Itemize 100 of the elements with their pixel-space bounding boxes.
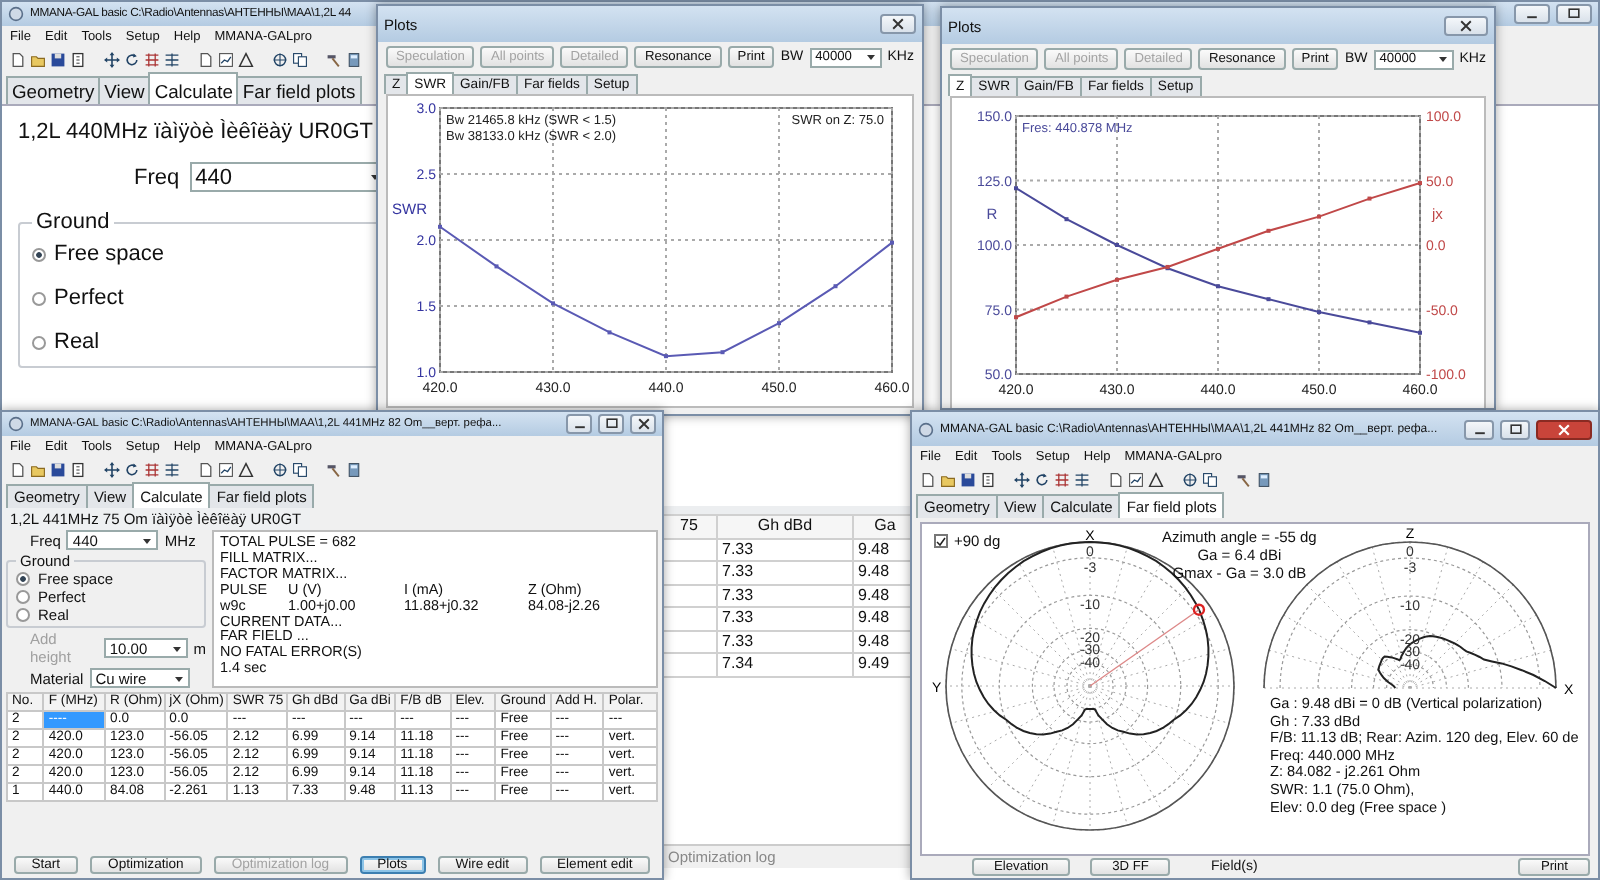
maximize-icon [1566, 6, 1582, 22]
cross-arrows-icon[interactable] [104, 52, 120, 68]
data-point [833, 284, 838, 289]
close-button[interactable] [880, 14, 916, 34]
target-icon[interactable] [1182, 472, 1198, 488]
checkbox-icon[interactable] [934, 534, 948, 548]
tab[interactable]: Calculate [148, 72, 239, 104]
radio-icon[interactable] [16, 572, 30, 586]
cross-arrows-icon[interactable] [1014, 472, 1030, 488]
list-page-icon[interactable] [70, 52, 86, 68]
hammer-icon[interactable] [1236, 472, 1252, 488]
table-cell: 7.33 [717, 584, 853, 607]
data-point [1064, 217, 1069, 222]
caret-icon [142, 535, 153, 545]
lines-icon[interactable] [164, 462, 180, 478]
page-icon[interactable] [920, 472, 936, 488]
table-cell: 7.33 [717, 607, 853, 630]
radio-icon[interactable] [16, 590, 30, 604]
folder-icon[interactable] [940, 472, 956, 488]
check-icon [936, 535, 946, 547]
antenna-name: 1,2L 440MHz ïàìÿòè Ìèêîëàÿ UR0GT [18, 120, 374, 144]
chart-icon[interactable] [218, 462, 234, 478]
radio-option[interactable]: Real [32, 330, 100, 354]
copy-icon[interactable] [1202, 472, 1218, 488]
copy-icon[interactable] [292, 462, 308, 478]
calculator-icon[interactable] [346, 462, 362, 478]
table-cell: 7.33 [717, 538, 853, 561]
minimize-button[interactable] [1464, 419, 1494, 439]
radio-icon[interactable] [32, 291, 46, 305]
data-point [607, 330, 612, 335]
grid-icon[interactable] [144, 462, 160, 478]
maximize-icon [603, 416, 619, 432]
grid-icon[interactable] [144, 52, 160, 68]
rotate-icon[interactable] [1034, 472, 1050, 488]
folder-icon[interactable] [30, 52, 46, 68]
triangle-icon[interactable] [238, 52, 254, 68]
close-icon [1556, 421, 1572, 437]
rotate-icon[interactable] [124, 52, 140, 68]
calculator-icon[interactable] [346, 52, 362, 68]
app-icon [8, 416, 24, 432]
app-icon [918, 421, 934, 437]
copy-icon[interactable] [292, 52, 308, 68]
tab[interactable]: Far field plots [236, 76, 362, 104]
maximize-icon [1507, 421, 1523, 437]
chart-icon[interactable] [218, 52, 234, 68]
minimize-button[interactable] [1514, 4, 1550, 24]
folder-icon[interactable] [30, 462, 46, 478]
chart-icon[interactable] [1128, 472, 1144, 488]
list-page-icon[interactable] [980, 472, 996, 488]
hammer-icon[interactable] [326, 462, 342, 478]
close-icon [635, 416, 651, 432]
data-point [1367, 196, 1372, 201]
lines-icon[interactable] [1074, 472, 1090, 488]
triangle-icon[interactable] [238, 462, 254, 478]
data-point [1266, 228, 1271, 233]
close-button[interactable] [1444, 16, 1488, 36]
data-point [720, 350, 725, 355]
radio-icon[interactable] [32, 335, 46, 349]
close-icon [890, 16, 906, 32]
radio-option[interactable]: Free space [32, 242, 165, 266]
maximize-button[interactable] [1556, 4, 1592, 24]
data-point [1266, 297, 1271, 302]
data-point [1165, 264, 1170, 269]
page-icon[interactable] [10, 52, 26, 68]
list-page-icon[interactable] [70, 462, 86, 478]
field-label: Freq [134, 165, 180, 189]
target-icon[interactable] [272, 52, 288, 68]
page-icon[interactable] [1108, 472, 1124, 488]
caret-icon [173, 673, 184, 683]
radio-option[interactable]: Perfect [32, 286, 124, 310]
grid-icon[interactable] [1054, 472, 1070, 488]
maximize-button[interactable] [598, 414, 624, 434]
app-icon [8, 6, 24, 22]
maximize-button[interactable] [1500, 419, 1530, 439]
column-header[interactable]: Gh dBd [717, 515, 853, 538]
tab[interactable]: Geometry [6, 76, 101, 104]
column-header[interactable]: 75 [661, 515, 717, 538]
table-cell: 7.34 [717, 653, 853, 676]
calculator-icon[interactable] [1256, 472, 1272, 488]
page-icon[interactable] [198, 462, 214, 478]
target-icon[interactable] [272, 462, 288, 478]
tab[interactable]: View [98, 76, 151, 104]
radio-icon[interactable] [32, 247, 46, 261]
minimize-button[interactable] [566, 414, 592, 434]
data-point [1367, 320, 1372, 325]
caret-icon [865, 52, 876, 62]
cross-arrows-icon[interactable] [104, 462, 120, 478]
radio-icon[interactable] [16, 608, 30, 622]
hammer-icon[interactable] [326, 52, 342, 68]
close-icon [1458, 18, 1474, 34]
table-cell: 7.33 [717, 630, 853, 653]
triangle-icon[interactable] [1148, 472, 1164, 488]
lines-icon[interactable] [164, 52, 180, 68]
close-button[interactable] [1536, 419, 1592, 439]
group-label: Ground [34, 210, 112, 234]
rotate-icon[interactable] [124, 462, 140, 478]
page-icon[interactable] [10, 462, 26, 478]
data-point [494, 264, 499, 269]
page-icon[interactable] [198, 52, 214, 68]
close-button[interactable] [630, 414, 656, 434]
